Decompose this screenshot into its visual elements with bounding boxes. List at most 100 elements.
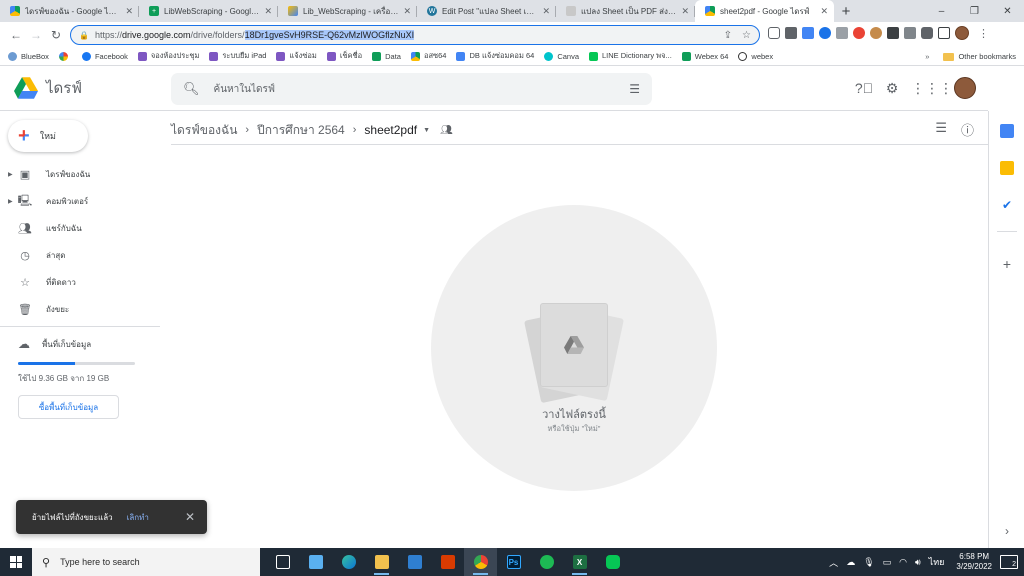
- taskbar-app-chrome[interactable]: [464, 548, 497, 576]
- close-tab-icon[interactable]: ✕: [681, 6, 689, 17]
- back-button[interactable]: ←: [6, 25, 26, 45]
- drive-logo[interactable]: ไดรฟ์: [14, 76, 82, 100]
- camera-icon[interactable]: [836, 27, 848, 39]
- close-window-button[interactable]: ✕: [991, 0, 1024, 22]
- close-tab-icon[interactable]: ✕: [403, 6, 411, 17]
- chrome-menu-icon[interactable]: ⋮: [978, 27, 989, 40]
- reload-button[interactable]: ↻: [46, 25, 66, 45]
- bookmark-item[interactable]: Facebook: [81, 51, 128, 61]
- info-icon[interactable]: ⓘ: [961, 120, 974, 139]
- new-tab-button[interactable]: +: [834, 0, 858, 22]
- bookmark-item[interactable]: Data: [372, 51, 401, 61]
- side-panel-icon[interactable]: [938, 27, 950, 39]
- browser-tab[interactable]: แปลง Sheet เป็น PDF ส่งเข้า Li... ✕: [556, 0, 695, 22]
- expand-arrow-icon[interactable]: ▶: [8, 198, 18, 205]
- share-icon[interactable]: ⇪: [724, 30, 732, 41]
- taskbar-app[interactable]: Ps: [497, 548, 530, 576]
- help-icon[interactable]: ?⃝: [850, 77, 878, 99]
- chevron-down-icon[interactable]: ▼: [423, 127, 430, 134]
- breadcrumb-item[interactable]: ปีการศึกษา 2564: [257, 121, 345, 140]
- settings-gear-icon[interactable]: ⚙: [878, 77, 906, 99]
- extension-icon[interactable]: [785, 27, 797, 39]
- bookmark-item[interactable]: BlueBox: [8, 51, 49, 61]
- language-indicator[interactable]: ไทย: [929, 555, 945, 569]
- bookmark-item[interactable]: ระบบยืม iPad: [209, 50, 266, 62]
- browser-tab[interactable]: ไดรฟ์ของฉัน - Google ไดรฟ์ ✕: [0, 0, 139, 22]
- taskbar-app[interactable]: [365, 548, 398, 576]
- buy-storage-button[interactable]: ซื้อพื้นที่เก็บข้อมูล: [18, 395, 119, 419]
- taskbar-app[interactable]: [332, 548, 365, 576]
- taskbar-app[interactable]: [530, 548, 563, 576]
- browser-tab[interactable]: W Edit Post "แปลง Sheet เป็น PDF ✕: [417, 0, 556, 22]
- bookmark-item[interactable]: DB แจ้งซ่อมคอม 64: [456, 50, 534, 62]
- calendar-icon[interactable]: [1000, 124, 1014, 138]
- maximize-button[interactable]: ❐: [958, 0, 991, 22]
- taskbar-app[interactable]: [431, 548, 464, 576]
- nav-storage[interactable]: ☁ พื้นที่เก็บข้อมูล: [18, 337, 148, 351]
- bookmark-item[interactable]: เช็คชื่อ: [326, 50, 362, 62]
- wifi-icon[interactable]: ◠: [899, 557, 907, 568]
- display-icon[interactable]: ▭: [883, 557, 892, 568]
- more-bookmarks-button[interactable]: »: [925, 52, 929, 61]
- other-bookmarks[interactable]: Other bookmarks: [958, 52, 1016, 61]
- task-view-button[interactable]: [266, 548, 299, 576]
- shared-folder-icon[interactable]: 👥︎: [440, 125, 453, 136]
- new-button[interactable]: + ใหม่: [8, 120, 88, 152]
- search-input[interactable]: ค้นหาในไดรฟ์: [214, 82, 275, 97]
- bookmark-item[interactable]: [58, 51, 72, 61]
- list-view-icon[interactable]: ☰: [935, 120, 947, 139]
- search-options-icon[interactable]: ☰: [629, 82, 640, 96]
- minimize-button[interactable]: –: [925, 0, 958, 22]
- lock-icon[interactable]: 🔒: [79, 31, 89, 40]
- account-avatar[interactable]: [954, 77, 976, 99]
- nav-my-drive[interactable]: ▶ ▣ ไดรฟ์ของฉัน: [0, 161, 160, 188]
- breadcrumb-item[interactable]: ไดรฟ์ของฉัน: [171, 121, 237, 140]
- nav-starred[interactable]: ☆ ที่ติดดาว: [0, 269, 160, 296]
- bookmark-item[interactable]: Webex 64: [681, 51, 728, 61]
- bookmark-item[interactable]: LINE Dictionary พจ...: [589, 50, 672, 62]
- close-icon[interactable]: ✕: [185, 510, 195, 524]
- nav-trash[interactable]: 🗑︎ ถังขยะ: [0, 296, 160, 323]
- expand-panel-icon[interactable]: ›: [1000, 524, 1014, 538]
- apps-grid-icon[interactable]: ⋮⋮⋮: [911, 77, 953, 99]
- bookmark-item[interactable]: แจ้งซ่อม: [276, 50, 317, 62]
- taskbar-search[interactable]: ⚲ Type here to search: [32, 548, 260, 576]
- taskbar-app[interactable]: X: [563, 548, 596, 576]
- tasks-icon[interactable]: ✔: [1000, 198, 1014, 212]
- undo-button[interactable]: เลิกทำ: [127, 511, 149, 524]
- drive-search-bar[interactable]: 🔍︎ ค้นหาในไดรฟ์ ☰: [171, 73, 652, 105]
- bookmark-star-icon[interactable]: ☆: [742, 30, 751, 41]
- add-addon-icon[interactable]: +: [1000, 256, 1014, 272]
- pen-icon[interactable]: [904, 27, 916, 39]
- clock[interactable]: 6:58 PM 3/29/2022: [956, 552, 992, 572]
- taskbar-app[interactable]: [299, 548, 332, 576]
- nav-computers[interactable]: ▶ 🖳 คอมพิวเตอร์: [0, 188, 160, 215]
- browser-tab[interactable]: + LibWebScraping - Google ชีต ✕: [139, 0, 278, 22]
- bookmark-item[interactable]: webex: [738, 51, 773, 61]
- taskbar-app[interactable]: [596, 548, 629, 576]
- start-button[interactable]: [0, 548, 32, 576]
- screenshot-icon[interactable]: [887, 27, 899, 39]
- browser-tab-active[interactable]: sheet2pdf - Google ไดรฟ์ ✕: [695, 0, 834, 22]
- volume-icon[interactable]: 🔊︎: [915, 557, 921, 568]
- translate-icon[interactable]: [802, 27, 814, 39]
- microphone-icon[interactable]: 🎙︎: [863, 557, 874, 568]
- expand-arrow-icon[interactable]: ▶: [8, 171, 18, 178]
- close-tab-icon[interactable]: ✕: [264, 6, 272, 17]
- drop-zone[interactable]: วางไฟล์ตรงนี้ หรือใช้ปุ่ม "ใหม่": [431, 205, 717, 491]
- close-tab-icon[interactable]: ✕: [542, 6, 550, 17]
- cloud-tray-icon[interactable]: ☁: [846, 557, 855, 568]
- keep-icon[interactable]: [1000, 161, 1014, 175]
- taskbar-app[interactable]: [398, 548, 431, 576]
- tray-overflow-icon[interactable]: ︿: [829, 556, 838, 569]
- nav-shared-with-me[interactable]: 👥︎ แชร์กับฉัน: [0, 215, 160, 242]
- puzzle-icon[interactable]: [921, 27, 933, 39]
- bookmark-item[interactable]: อสซ64: [410, 50, 446, 62]
- bookmark-item[interactable]: Canva: [544, 51, 579, 61]
- cookie-icon[interactable]: [870, 27, 882, 39]
- g-extension-icon[interactable]: [853, 27, 865, 39]
- breadcrumb-current[interactable]: sheet2pdf: [364, 123, 417, 137]
- close-tab-icon[interactable]: ✕: [820, 6, 828, 17]
- forward-button[interactable]: →: [26, 25, 46, 45]
- extension-icon[interactable]: [768, 27, 780, 39]
